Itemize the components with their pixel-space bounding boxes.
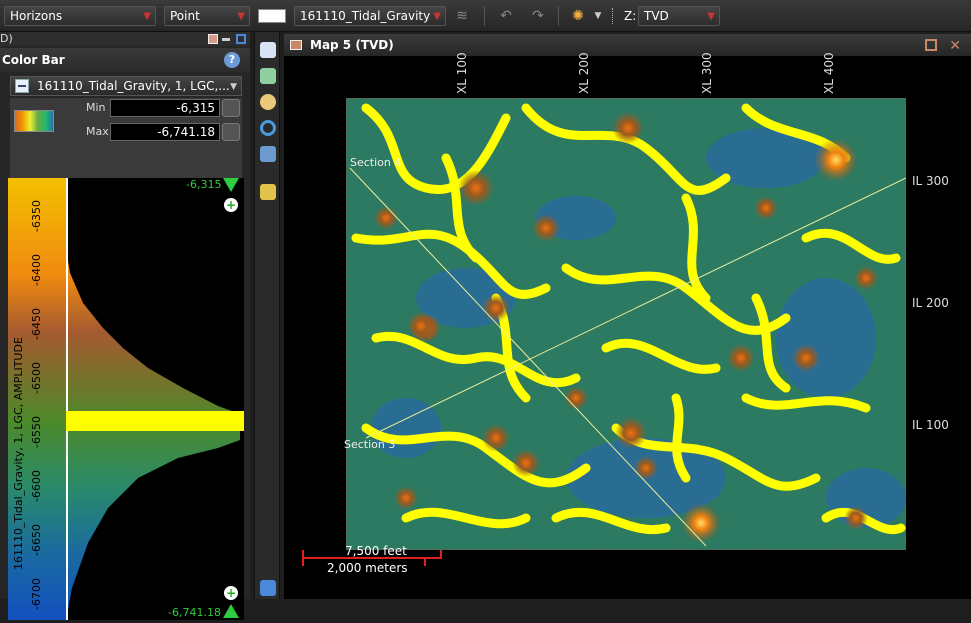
tick-label: -6350 — [30, 200, 43, 232]
color-bar-panel: D) Color Bar ? 161110_Tidal_Gravity, 1, … — [0, 32, 250, 620]
tick-label: -6650 — [30, 524, 43, 556]
color-bar-title-text: Color Bar — [2, 53, 65, 67]
horizon-dropdown[interactable]: 161110_Tidal_Gravity ▼ — [294, 6, 446, 26]
refresh-icon[interactable] — [260, 120, 276, 136]
tick-label: -6500 — [30, 362, 43, 394]
z-axis-icon — [612, 8, 624, 24]
tick-label: -6550 — [30, 416, 43, 448]
redo-icon[interactable]: ↷ — [528, 6, 548, 26]
xl-label: XL 200 — [577, 52, 591, 94]
layers-icon[interactable]: ≋ — [452, 6, 472, 26]
chevron-down-icon[interactable]: ▼ — [592, 6, 604, 26]
display-mode-value: Point — [170, 9, 200, 23]
display-mode-dropdown[interactable]: Point ▼ — [164, 6, 250, 26]
xl-label: XL 300 — [700, 52, 714, 94]
tick-label: -6450 — [30, 308, 43, 340]
zoom-in-icon[interactable]: + — [224, 198, 238, 212]
zoom-region-icon[interactable] — [260, 42, 276, 58]
panel-header: D) — [0, 32, 250, 46]
bottom-marker-value: -6,741.18 — [168, 606, 221, 619]
attribute-value: 161110_Tidal_Gravity, 1, LGC,... — [37, 79, 230, 93]
max-label: Max — [86, 125, 109, 138]
tick-label: -6600 — [30, 470, 43, 502]
help-icon[interactable]: ? — [224, 52, 240, 68]
main-toolbar: Horizons ▼ Point ▼ 161110_Tidal_Gravity … — [0, 0, 971, 32]
chevron-down-icon: ▼ — [143, 11, 151, 22]
zoom-in-icon[interactable]: + — [224, 586, 238, 600]
map-tools-sidebar — [254, 32, 280, 599]
maximize-icon[interactable] — [236, 34, 246, 44]
min-label: Min — [86, 101, 106, 114]
map-icon — [290, 40, 302, 50]
il-label: IL 200 — [912, 296, 949, 310]
close-icon[interactable]: ✕ — [949, 35, 961, 57]
expand-icon[interactable] — [260, 580, 276, 596]
color-bar-title: Color Bar ? — [0, 48, 250, 72]
top-marker-value: -6,315 — [186, 178, 222, 191]
scale-tick — [440, 550, 442, 558]
chevron-down-icon: ▼ — [237, 11, 245, 22]
selected-band[interactable] — [66, 411, 244, 431]
chevron-down-icon: ▼ — [230, 82, 237, 92]
il-label: IL 100 — [912, 418, 949, 432]
map-title: Map 5 (TVD) — [310, 38, 394, 52]
color-swatch[interactable] — [258, 9, 286, 23]
attribute-icon — [15, 79, 29, 93]
bar-separator — [66, 178, 68, 620]
xl-label: XL 400 — [822, 52, 836, 94]
bottom-marker-handle[interactable] — [223, 604, 239, 618]
axis-icon[interactable] — [260, 146, 276, 162]
panel-header-fragment: D) — [0, 32, 13, 45]
zoom-fit-icon[interactable] — [260, 68, 276, 84]
z-domain-value: TVD — [644, 9, 669, 23]
color-bar-histogram: -6350 -6400 -6450 -6500 -6550 -6600 -665… — [8, 178, 244, 620]
toolbar-separator — [484, 6, 485, 26]
layer-type-dropdown[interactable]: Horizons ▼ — [4, 6, 156, 26]
color-palette-preview[interactable] — [14, 110, 54, 132]
z-label: Z: — [624, 9, 637, 23]
undo-icon[interactable]: ↶ — [496, 6, 516, 26]
chevron-down-icon: ▼ — [707, 11, 715, 22]
section-label: Section 3 — [344, 438, 396, 451]
map-settings-icon[interactable] — [260, 184, 276, 200]
scale-tick — [302, 550, 304, 566]
horizon-name: 161110_Tidal_Gravity — [300, 9, 431, 23]
tick-label: -6700 — [30, 578, 43, 610]
min-value-field[interactable]: -6,315 — [110, 99, 220, 117]
map-title-bar: Map 5 (TVD) ✕ — [284, 34, 971, 56]
restore-icon[interactable] — [925, 39, 937, 51]
horizon-map[interactable]: Section 4 Section 3 — [344, 97, 907, 551]
scale-line — [302, 557, 442, 559]
sun-icon[interactable]: ✺ — [568, 6, 588, 26]
scale-tick — [424, 557, 426, 566]
max-reset-button[interactable] — [222, 123, 240, 141]
xl-label: XL 100 — [455, 52, 469, 94]
color-bar-axis-title: 161110_Tidal_Gravity, 1, LGC, AMPLITUDE — [12, 337, 25, 570]
minimize-icon[interactable] — [222, 38, 230, 41]
section-label: Section 4 — [350, 156, 402, 169]
panel-settings-icon[interactable] — [208, 34, 218, 44]
map-surface-svg — [345, 97, 907, 551]
scale-meters: 2,000 meters — [327, 561, 408, 575]
histogram-svg — [8, 178, 244, 620]
top-marker-handle[interactable] — [223, 178, 239, 192]
min-max-section: Min -6,315 Max -6,741.18 — [10, 98, 242, 178]
toolbar-separator — [558, 6, 559, 26]
z-domain-dropdown[interactable]: TVD ▼ — [638, 6, 720, 26]
min-reset-button[interactable] — [222, 99, 240, 117]
tick-label: -6400 — [30, 254, 43, 286]
magnify-icon[interactable] — [260, 94, 276, 110]
max-value-field[interactable]: -6,741.18 — [110, 123, 220, 141]
chevron-down-icon: ▼ — [433, 11, 441, 22]
layer-type-value: Horizons — [10, 9, 63, 23]
scale-feet: 7,500 feet — [345, 544, 407, 558]
histogram-fill — [66, 178, 240, 620]
attribute-dropdown[interactable]: 161110_Tidal_Gravity, 1, LGC,... ▼ — [10, 76, 242, 96]
il-label: IL 300 — [912, 174, 949, 188]
